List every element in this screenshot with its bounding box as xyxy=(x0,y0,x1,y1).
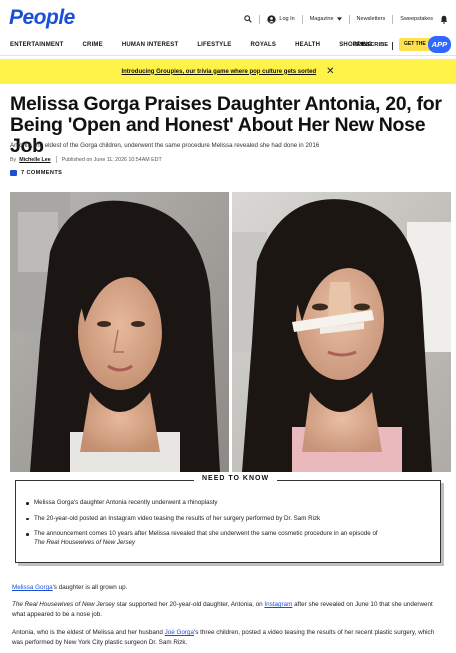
promo-banner-link[interactable]: Introducing Groupies, our trivia game wh… xyxy=(121,69,316,75)
by-label: By xyxy=(10,156,17,163)
nav-item-royals[interactable]: ROYALS xyxy=(250,42,276,48)
p1-text: 's daughter is all grown up. xyxy=(52,584,128,591)
list-item: Melissa Gorga's daughter Antonia recentl… xyxy=(26,499,434,508)
divider xyxy=(392,42,393,50)
published-date: Published on June 11, 2026 10:54AM EDT xyxy=(61,156,162,163)
show-title: The Real Housewives of New Jersey xyxy=(12,601,115,608)
sweepstakes-link[interactable]: Sweepstakes xyxy=(400,16,433,22)
body-paragraph-1: Melissa Gorga's daughter is all grown up… xyxy=(12,583,444,593)
divider xyxy=(55,156,57,163)
need-to-know-list: Melissa Gorga's daughter Antonia recentl… xyxy=(26,499,434,554)
show-title: The Real Housewives of New Jersey xyxy=(34,538,136,546)
byline: By Michelle Lee Published on June 11, 20… xyxy=(10,156,162,163)
nav-item-crime[interactable]: CRIME xyxy=(83,42,103,48)
top-bar: People Log In Magazine Newsletters Sweep… xyxy=(0,0,456,36)
divider xyxy=(259,14,261,24)
joe-gorga-link[interactable]: Joe Gorga xyxy=(165,629,194,636)
comment-icon xyxy=(10,170,17,176)
magazine-menu[interactable]: Magazine xyxy=(310,16,342,22)
newsletters-link[interactable]: Newsletters xyxy=(357,16,386,22)
magazine-label: Magazine xyxy=(309,16,334,22)
body-paragraph-2: The Real Housewives of New Jersey star s… xyxy=(12,600,444,620)
top-utilities: Log In Magazine Newsletters Sweepstakes xyxy=(244,12,448,26)
comments-link[interactable]: 7 COMMENTS xyxy=(10,170,62,176)
people-logo[interactable]: People xyxy=(9,6,75,30)
melissa-gorga-link[interactable]: Melissa Gorga xyxy=(12,584,53,591)
promo-banner: Introducing Groupies, our trivia game wh… xyxy=(0,59,456,84)
divider xyxy=(301,14,303,24)
photo-before xyxy=(10,192,229,472)
nav-item-human-interest[interactable]: HUMAN INTEREST xyxy=(122,42,178,48)
main-nav: ENTERTAINMENT CRIME HUMAN INTEREST LIFES… xyxy=(0,38,456,56)
nav-item-lifestyle[interactable]: LIFESTYLE xyxy=(197,42,231,48)
need-to-know-box: NEED TO KNOW Melissa Gorga's daughter An… xyxy=(15,475,441,563)
list-item: The 20-year-old posted an Instagram vide… xyxy=(26,515,434,524)
user-icon xyxy=(267,14,277,24)
bell-icon[interactable] xyxy=(440,15,448,24)
divider xyxy=(348,14,350,24)
nav-items: ENTERTAINMENT CRIME HUMAN INTEREST LIFES… xyxy=(10,42,391,48)
instagram-link[interactable]: Instagram xyxy=(264,601,292,608)
comments-count: 7 COMMENTS xyxy=(21,170,63,176)
divider xyxy=(392,14,394,24)
list-item-text: The announcement comes 10 years after Me… xyxy=(34,530,378,537)
need-to-know-title: NEED TO KNOW xyxy=(194,475,278,482)
login-button[interactable]: Log In xyxy=(267,14,295,24)
subscribe-button[interactable]: SUBSCRIBE xyxy=(354,42,388,48)
login-label: Log In xyxy=(279,16,295,22)
article-dek: Antonia, the eldest of the Gorga childre… xyxy=(10,142,320,149)
get-the-app-button[interactable]: GET THE APP xyxy=(399,34,452,54)
photo-after xyxy=(232,192,451,472)
nav-item-entertainment[interactable]: ENTERTAINMENT xyxy=(10,42,64,48)
p3-text: Antonia, who is the eldest of Melissa an… xyxy=(12,629,165,636)
get-the-label: GET THE xyxy=(399,37,430,51)
close-icon[interactable]: ✕ xyxy=(326,66,334,77)
list-item: The announcement comes 10 years after Me… xyxy=(26,530,434,547)
caret-down-icon xyxy=(336,17,342,21)
body-paragraph-3: Antonia, who is the eldest of Melissa an… xyxy=(12,628,444,648)
nav-item-health[interactable]: HEALTH xyxy=(295,42,320,48)
author-link[interactable]: Michelle Lee xyxy=(19,157,51,163)
p2-text: star supported her 20-year-old daughter,… xyxy=(114,601,265,608)
app-badge: APP xyxy=(427,35,452,53)
search-icon[interactable] xyxy=(244,15,253,23)
